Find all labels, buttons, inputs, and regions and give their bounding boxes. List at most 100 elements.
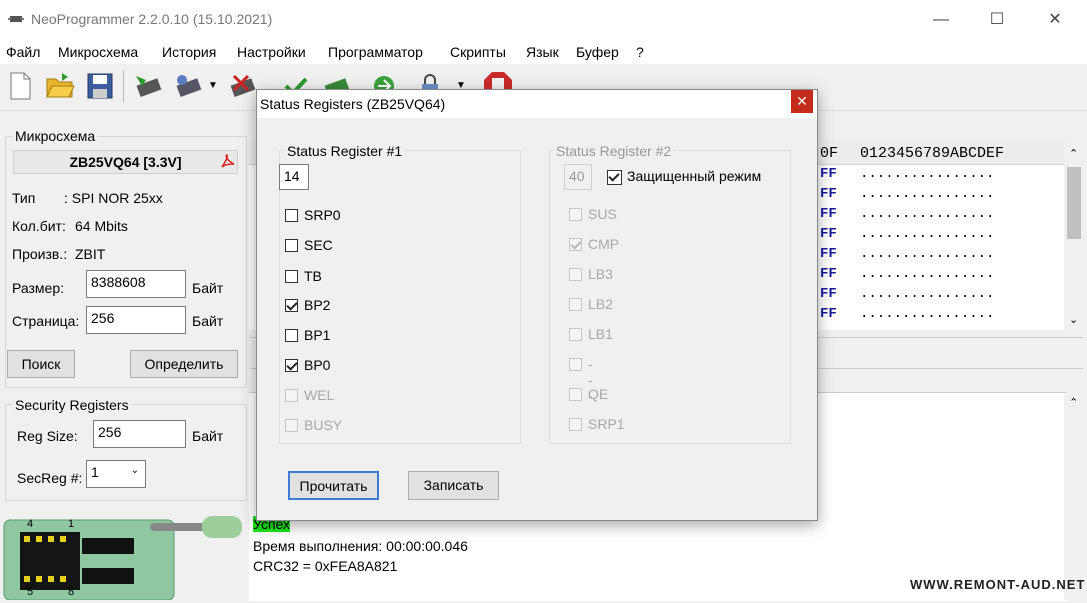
- table-row: FF................: [820, 166, 995, 182]
- log-time: Время выполнения: 00:00:00.046: [253, 538, 468, 554]
- log-scrollbar[interactable]: ⌃: [1064, 394, 1084, 600]
- regsize-input[interactable]: 256: [93, 420, 186, 448]
- menu-language[interactable]: Язык: [526, 44, 559, 60]
- chevron-down-icon: ⌄: [130, 465, 139, 476]
- dialog-close-button[interactable]: ✕: [791, 90, 813, 113]
- table-row: FF................: [820, 226, 995, 242]
- close-window-button[interactable]: ✕: [1032, 6, 1078, 34]
- protected-mode-label: Защищенный режим: [627, 168, 762, 184]
- cmp-checkbox: [569, 238, 582, 251]
- wel-checkbox: [285, 389, 298, 402]
- lb3-label: LB3: [588, 266, 613, 282]
- regsize-unit: Байт: [192, 428, 224, 444]
- erase-chip-icon[interactable]: [226, 70, 258, 102]
- bp0-checkbox[interactable]: [285, 359, 298, 372]
- qe-checkbox: [569, 388, 582, 401]
- srp0-checkbox[interactable]: [285, 209, 298, 222]
- sus-checkbox: [569, 208, 582, 221]
- hex-header-address: 0F: [820, 145, 839, 162]
- bits-value: 64 Mbits: [75, 218, 128, 234]
- lb2-checkbox: [569, 298, 582, 311]
- table-row: FF................: [820, 266, 995, 282]
- save-icon[interactable]: [84, 70, 116, 102]
- size-unit: Байт: [192, 280, 224, 296]
- scroll-up-icon[interactable]: ⌃: [1069, 396, 1078, 409]
- status-registers-dialog: Status Registers (ZB25VQ64) Status Regis…: [256, 89, 818, 521]
- sec-checkbox[interactable]: [285, 239, 298, 252]
- hex-rows: FF................ FF................ FF…: [817, 166, 1063, 326]
- srp0-label: SRP0: [304, 207, 341, 223]
- sus-label: SUS: [588, 206, 617, 222]
- open-folder-icon[interactable]: [44, 70, 76, 102]
- menu-scripts[interactable]: Скрипты: [450, 44, 506, 60]
- window-title: NeoProgrammer 2.2.0.10 (15.10.2021): [31, 11, 273, 27]
- table-row: FF................: [820, 286, 995, 302]
- dialog-title: Status Registers (ZB25VQ64): [260, 96, 446, 112]
- chevron-down-icon[interactable]: ▼: [208, 80, 218, 91]
- vendor-label: Произв.:: [12, 246, 68, 262]
- menu-history[interactable]: История: [162, 44, 216, 60]
- protected-mode-checkbox[interactable]: [607, 170, 622, 185]
- menu-settings[interactable]: Настройки: [237, 44, 306, 60]
- pdf-icon[interactable]: [219, 152, 237, 170]
- chip-name: ZB25VQ64 [3.3V]: [13, 150, 238, 174]
- table-row: FF................: [820, 246, 995, 262]
- bp1-label: BP1: [304, 327, 331, 343]
- sr2-group: [549, 150, 791, 444]
- wel-label: WEL: [304, 387, 335, 403]
- secreg-select[interactable]: 1 ⌄: [86, 460, 146, 488]
- pin-label-4: 4: [27, 518, 34, 530]
- write-button[interactable]: Записать: [408, 471, 499, 500]
- vendor-value: ZBIT: [75, 246, 106, 262]
- hex-header-ascii: 0123456789ABCDEF: [860, 145, 1005, 162]
- secreg-label: SecReg #:: [17, 470, 83, 486]
- pin-label-8: 8: [68, 586, 75, 598]
- menu-buffer[interactable]: Буфер: [576, 44, 619, 60]
- tb-checkbox[interactable]: [285, 270, 298, 283]
- bp1-checkbox[interactable]: [285, 329, 298, 342]
- minimize-button[interactable]: —: [918, 6, 964, 34]
- chip-group-title: Микросхема: [13, 128, 98, 144]
- lb1-label: LB1: [588, 326, 613, 342]
- bp2-checkbox[interactable]: [285, 299, 298, 312]
- maximize-button[interactable]: ☐: [974, 6, 1020, 34]
- sr1-value-input[interactable]: 14: [279, 164, 309, 190]
- read-chip-icon[interactable]: [132, 70, 164, 102]
- security-group-title: Security Registers: [13, 397, 131, 413]
- read-button[interactable]: Прочитать: [288, 471, 379, 500]
- pin-label-5: 5: [27, 586, 34, 598]
- menu-chip[interactable]: Микросхема: [58, 44, 138, 60]
- secreg-value: 1: [91, 464, 99, 480]
- regsize-label: Reg Size:: [17, 428, 78, 444]
- search-button[interactable]: Поиск: [7, 350, 75, 378]
- size-label: Размер:: [12, 280, 65, 296]
- toolbar-separator: [123, 70, 124, 102]
- size-input[interactable]: 8388608: [86, 270, 186, 298]
- lb3-checkbox: [569, 268, 582, 281]
- srp1-checkbox: [569, 418, 582, 431]
- app-icon: [8, 16, 24, 22]
- scroll-down-icon[interactable]: ⌄: [1069, 313, 1078, 326]
- scroll-thumb[interactable]: [1067, 167, 1081, 239]
- lb1-checkbox: [569, 328, 582, 341]
- srp1-label: SRP1: [588, 416, 625, 432]
- menu-help[interactable]: ?: [636, 44, 644, 60]
- lb2-label: LB2: [588, 296, 613, 312]
- write-chip-icon[interactable]: [172, 70, 204, 102]
- log-crc: CRC32 = 0xFEA8A821: [253, 558, 398, 574]
- qe-label: QE: [588, 386, 609, 402]
- busy-label: BUSY: [304, 417, 343, 433]
- detect-button[interactable]: Определить: [130, 350, 238, 378]
- watermark: WWW.REMONT-AUD.NET: [910, 577, 1086, 592]
- table-row: FF................: [820, 206, 995, 222]
- menu-programmer[interactable]: Программатор: [328, 44, 423, 60]
- busy-checkbox: [285, 419, 298, 432]
- socket-image: [0, 516, 247, 601]
- page-input[interactable]: 256: [86, 306, 186, 334]
- hex-scrollbar[interactable]: ⌃ ⌄: [1064, 145, 1084, 331]
- new-file-icon[interactable]: [4, 70, 36, 102]
- table-row: FF................: [820, 306, 995, 322]
- scroll-up-icon[interactable]: ⌃: [1069, 147, 1078, 160]
- menu-file[interactable]: Файл: [6, 44, 40, 60]
- bits-label: Кол.бит:: [12, 218, 66, 234]
